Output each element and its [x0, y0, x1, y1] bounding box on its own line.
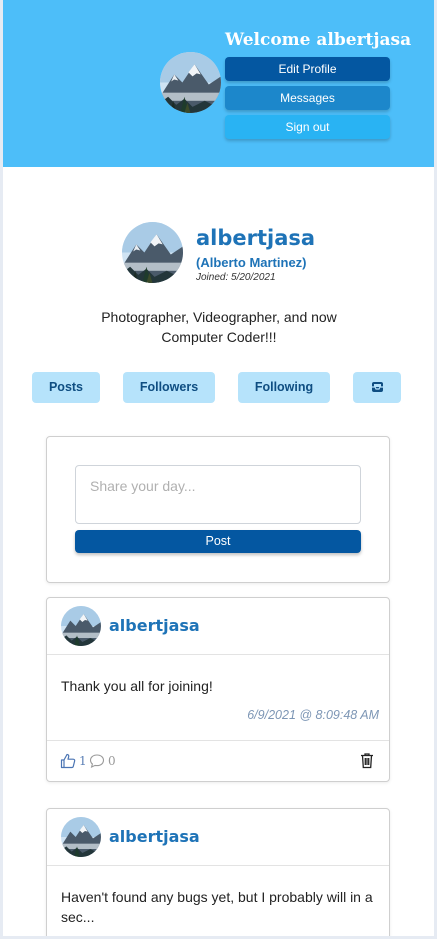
- thumbs-up-icon[interactable]: [60, 753, 76, 769]
- post-header: albertjasa: [47, 809, 389, 866]
- messages-button[interactable]: Messages: [225, 86, 390, 110]
- mountain-avatar-image: [61, 606, 101, 646]
- post-avatar[interactable]: [61, 817, 101, 857]
- tab-followers[interactable]: Followers: [123, 372, 215, 403]
- inbox-icon: [372, 382, 383, 392]
- comment-count: 0: [108, 754, 116, 768]
- sign-out-button[interactable]: Sign out: [225, 115, 390, 139]
- mountain-avatar-image: [160, 52, 221, 113]
- post-timestamp: 6/9/2021 @ 8:09:48 AM: [247, 708, 379, 722]
- header-avatar[interactable]: [160, 52, 221, 113]
- post-username[interactable]: albertjasa: [109, 616, 200, 635]
- profile-bio: Photographer, Videographer, and now Comp…: [101, 309, 337, 345]
- share-day-input[interactable]: [75, 465, 361, 524]
- profile-avatar: [122, 222, 183, 283]
- trash-icon[interactable]: [359, 752, 375, 769]
- post-footer: 1 0: [47, 740, 389, 781]
- profile-real-name: (Alberto Martinez): [196, 255, 307, 270]
- compose-card: Post: [46, 436, 390, 583]
- post-text: Thank you all for joining!: [61, 678, 213, 694]
- post-username[interactable]: albertjasa: [109, 827, 200, 846]
- mountain-avatar-image: [122, 222, 183, 283]
- tab-following[interactable]: Following: [238, 372, 330, 403]
- mountain-avatar-image: [61, 817, 101, 857]
- tab-posts[interactable]: Posts: [32, 372, 100, 403]
- welcome-heading: Welcome albertjasa: [225, 30, 412, 50]
- post-card: albertjasa Haven't found any bugs yet, b…: [46, 808, 390, 936]
- post-header: albertjasa: [47, 598, 389, 655]
- like-count: 1: [79, 754, 87, 768]
- post-avatar[interactable]: [61, 606, 101, 646]
- edit-profile-button[interactable]: Edit Profile: [225, 57, 390, 81]
- profile-username: albertjasa: [196, 226, 316, 250]
- profile-joined-date: Joined: 5/20/2021: [196, 272, 276, 283]
- top-header: Welcome albertjasa Edit Profile Messages…: [3, 0, 434, 167]
- post-button[interactable]: Post: [75, 530, 361, 553]
- comment-icon[interactable]: [89, 753, 105, 769]
- post-card: albertjasa Thank you all for joining! 6/…: [46, 597, 390, 782]
- app-frame: Welcome albertjasa Edit Profile Messages…: [3, 0, 434, 936]
- tab-inbox[interactable]: [353, 372, 401, 403]
- post-text: Haven't found any bugs yet, but I probab…: [61, 889, 373, 925]
